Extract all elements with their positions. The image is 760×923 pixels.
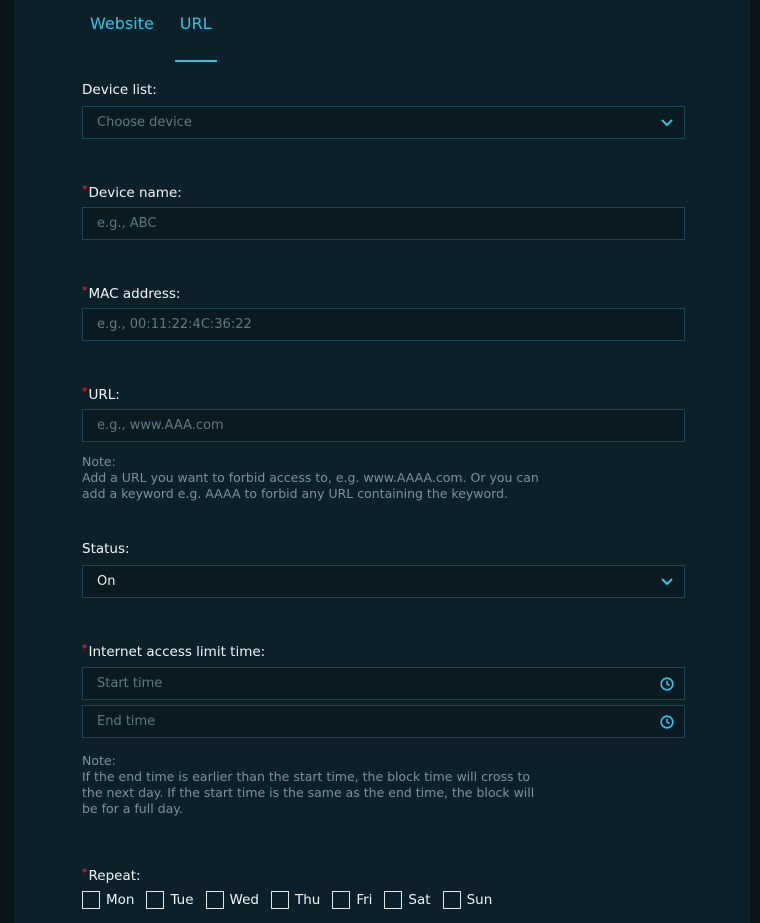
status-value: On <box>97 574 116 589</box>
start-time-placeholder: Start time <box>97 676 163 691</box>
url-input[interactable] <box>83 418 684 433</box>
chevron-down-icon[interactable] <box>650 577 684 586</box>
backdrop-left <box>0 0 14 923</box>
time-note: Note: If the end time is earlier than th… <box>82 753 692 817</box>
day-checkbox-sun[interactable]: Sun <box>442 891 492 909</box>
mac-address-field[interactable] <box>82 308 685 341</box>
repeat-days: Mon Tue Wed Thu Fri Sat Sun <box>82 891 504 909</box>
start-time-field[interactable]: Start time <box>82 667 685 700</box>
checkbox[interactable] <box>384 891 403 909</box>
device-name-input[interactable] <box>83 216 684 231</box>
day-checkbox-mon[interactable]: Mon <box>82 891 134 909</box>
url-filter-panel: Website URL Device list: Choose device *… <box>14 0 750 923</box>
checkbox[interactable] <box>442 891 461 909</box>
time-note-title: Note: <box>82 753 116 768</box>
mac-address-input[interactable] <box>83 317 684 332</box>
device-name-label: *Device name: <box>82 183 182 201</box>
status-label: Status: <box>82 541 130 557</box>
end-time-placeholder: End time <box>97 714 156 729</box>
required-marker: * <box>82 385 88 398</box>
clock-icon[interactable] <box>650 676 684 691</box>
day-checkbox-fri[interactable]: Fri <box>332 891 372 909</box>
time-note-line: the next day. If the start time is the s… <box>82 785 535 800</box>
checkbox[interactable] <box>146 891 165 909</box>
url-note-line: add a keyword e.g. AAAA to forbid any UR… <box>82 486 509 501</box>
device-name-field[interactable] <box>82 207 685 240</box>
day-checkbox-wed[interactable]: Wed <box>205 891 259 909</box>
mac-address-label: *MAC address: <box>82 284 181 302</box>
required-marker: * <box>82 866 88 879</box>
day-checkbox-tue[interactable]: Tue <box>146 891 194 909</box>
checkbox[interactable] <box>332 891 351 909</box>
url-note-line: Add a URL you want to forbid access to, … <box>82 470 539 485</box>
backdrop-right <box>750 0 760 923</box>
url-label: *URL: <box>82 385 120 403</box>
clock-icon[interactable] <box>650 714 684 729</box>
checkbox[interactable] <box>82 891 100 909</box>
url-note-title: Note: <box>82 454 116 469</box>
end-time-field[interactable]: End time <box>82 705 685 738</box>
url-note: Note: Add a URL you want to forbid acces… <box>82 454 692 502</box>
repeat-label: *Repeat: <box>82 866 141 884</box>
time-note-line: If the end time is earlier than the star… <box>82 769 531 784</box>
day-checkbox-thu[interactable]: Thu <box>270 891 320 909</box>
required-marker: * <box>82 183 88 196</box>
checkbox[interactable] <box>270 891 289 909</box>
limit-time-label: *Internet access limit time: <box>82 642 266 660</box>
chevron-down-icon[interactable] <box>650 118 684 127</box>
device-list-label: Device list: <box>82 82 157 98</box>
checkbox[interactable] <box>205 891 224 909</box>
device-list-select[interactable]: Choose device <box>82 106 685 139</box>
tab-bar: Website URL <box>88 14 217 62</box>
status-select[interactable]: On <box>82 565 685 598</box>
device-list-placeholder: Choose device <box>97 115 192 130</box>
time-note-line: be for a full day. <box>82 801 183 816</box>
required-marker: * <box>82 284 88 297</box>
tab-website[interactable]: Website <box>88 14 156 48</box>
required-marker: * <box>82 642 88 655</box>
url-field[interactable] <box>82 409 685 442</box>
day-checkbox-sat[interactable]: Sat <box>384 891 431 909</box>
tab-url[interactable]: URL <box>174 14 217 62</box>
